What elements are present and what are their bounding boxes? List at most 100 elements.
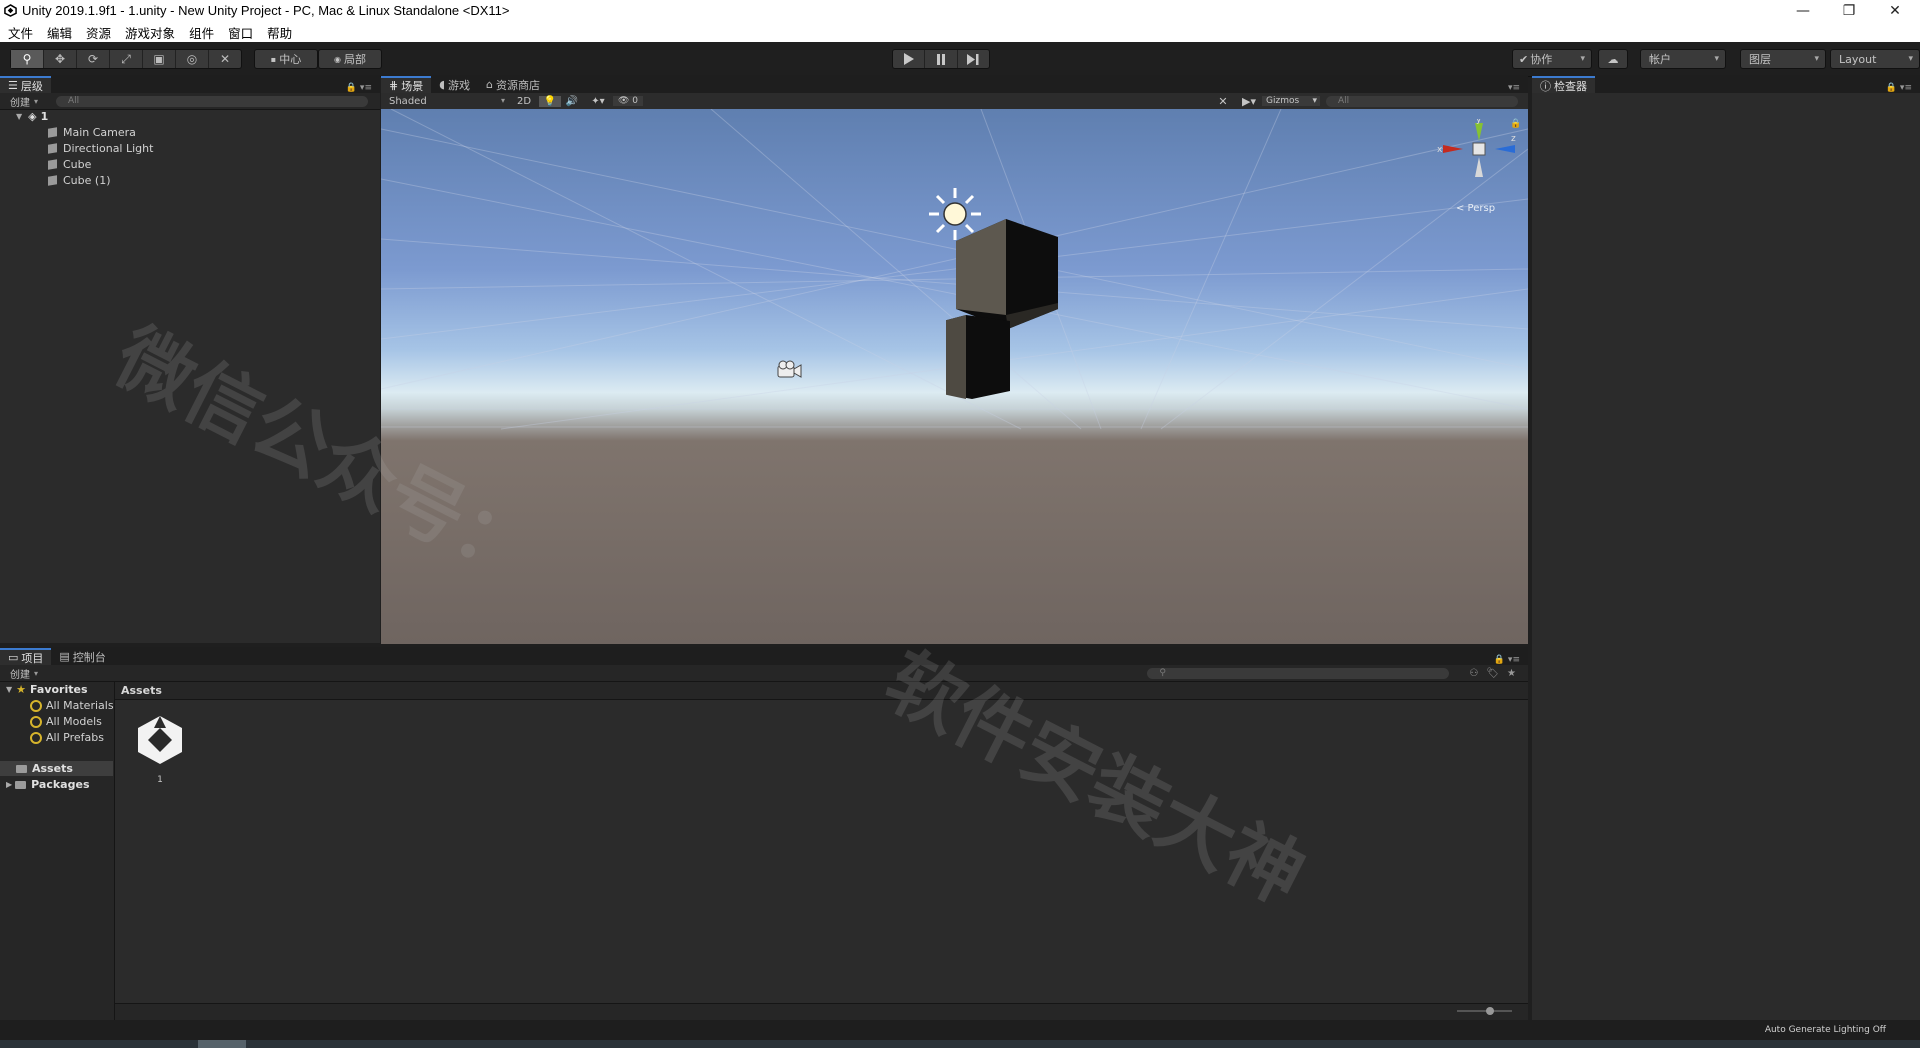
filter-label-icon[interactable]: 🏷 bbox=[1486, 668, 1499, 679]
tab-scene[interactable]: ⋕ 场景 bbox=[381, 76, 432, 93]
tab-project[interactable]: ▭ 项目 bbox=[0, 648, 52, 665]
tab-console[interactable]: ▤ 控制台 bbox=[51, 648, 113, 665]
favorite-star-icon[interactable]: ★ bbox=[1507, 668, 1516, 679]
hidden-count: 0 bbox=[632, 96, 639, 106]
tab-hierarchy[interactable]: ☰ 层级 bbox=[0, 76, 51, 93]
audio-toggle-icon[interactable]: 🔊 bbox=[561, 96, 583, 107]
move-tool-icon[interactable]: ✥ bbox=[44, 50, 77, 68]
project-search-input[interactable]: ⚲ bbox=[1147, 667, 1450, 679]
pivot-local-toggle[interactable]: ◉ 局部 bbox=[318, 49, 382, 69]
lighting-toggle-icon[interactable]: 💡 bbox=[539, 95, 561, 107]
favorites-section[interactable]: ▼ ★ Favorites bbox=[6, 683, 88, 696]
favorite-label: All Materials bbox=[46, 699, 114, 712]
tools-icon[interactable]: ✕ bbox=[1210, 95, 1236, 108]
custom-tool-icon[interactable]: ✕ bbox=[209, 50, 241, 68]
tree-item-assets[interactable]: Assets bbox=[16, 762, 73, 775]
menu-file[interactable]: 文件 bbox=[0, 23, 39, 42]
hierarchy-item-label: Cube bbox=[63, 158, 92, 171]
pivot-icon: ▪︎ bbox=[270, 54, 277, 64]
hand-tool-icon[interactable]: ⚲ bbox=[11, 50, 44, 68]
shading-mode-dropdown[interactable]: Shaded ▾ bbox=[381, 96, 505, 107]
transform-tool-icon[interactable]: ◎ bbox=[176, 50, 209, 68]
scale-tool-icon[interactable]: ⤢ bbox=[110, 50, 143, 68]
menu-bar: 文件 编辑 资源 游戏对象 组件 窗口 帮助 bbox=[0, 22, 1920, 42]
layout-dropdown[interactable]: Layout bbox=[1830, 49, 1920, 69]
info-icon: ⓘ bbox=[1540, 79, 1551, 93]
step-icon bbox=[967, 53, 979, 65]
project-create-button[interactable]: 创建 bbox=[0, 666, 30, 681]
favorite-label: All Models bbox=[46, 715, 102, 728]
menu-edit[interactable]: 编辑 bbox=[39, 23, 78, 42]
layers-dropdown[interactable]: 图层 bbox=[1740, 49, 1826, 69]
minimize-button[interactable]: — bbox=[1780, 0, 1826, 22]
menu-component[interactable]: 组件 bbox=[181, 23, 220, 42]
taskbar-active-item[interactable] bbox=[198, 1040, 246, 1048]
scene-tabbar: ⋕ 场景 ◖ 游戏 ⌂ 资源商店 ▾≡ bbox=[381, 75, 1528, 93]
lock-icon[interactable]: 🔒 bbox=[1510, 119, 1521, 129]
project-panel-menu-icon[interactable]: 🔒 ▾≡ bbox=[1494, 655, 1528, 665]
tab-inspector[interactable]: ⓘ 检查器 bbox=[1532, 76, 1595, 93]
panel-menu-icon[interactable]: 🔒 ▾≡ bbox=[346, 83, 380, 93]
scene-search-input[interactable]: All bbox=[1326, 95, 1518, 107]
rect-tool-icon[interactable]: ▣ bbox=[143, 50, 176, 68]
inspector-tab-label: 检查器 bbox=[1554, 79, 1587, 93]
hierarchy-item-cube[interactable]: Cube bbox=[48, 158, 91, 171]
search-filter-icon bbox=[30, 731, 42, 744]
icon-size-slider[interactable] bbox=[1457, 1010, 1512, 1012]
filter-type-icon[interactable]: ⚇ bbox=[1469, 668, 1478, 679]
camera-gizmo-icon[interactable] bbox=[776, 359, 804, 381]
gizmos-label: Gizmos bbox=[1266, 96, 1300, 106]
camera-icon[interactable]: ▶▾ bbox=[1236, 95, 1262, 108]
scene-viewport[interactable]: y x z < Persp 🔒 bbox=[381, 109, 1528, 644]
lighting-status[interactable]: Auto Generate Lighting Off bbox=[1765, 1025, 1920, 1035]
scene-panel-menu-icon[interactable]: ▾≡ bbox=[1508, 83, 1528, 93]
hierarchy-create-button[interactable]: 创建 bbox=[0, 94, 30, 109]
asset-scene-file[interactable]: 1 bbox=[132, 712, 188, 785]
menu-gameobject[interactable]: 游戏对象 bbox=[117, 23, 181, 42]
menu-assets[interactable]: 资源 bbox=[78, 23, 117, 42]
hierarchy-search-input[interactable]: All bbox=[56, 95, 369, 107]
rotate-tool-icon[interactable]: ⟳ bbox=[77, 50, 110, 68]
favorite-label: All Prefabs bbox=[46, 731, 104, 744]
hierarchy-item-main-camera[interactable]: Main Camera bbox=[48, 126, 136, 139]
tree-item-packages[interactable]: ▶ Packages bbox=[6, 778, 90, 791]
close-button[interactable]: ✕ bbox=[1872, 0, 1918, 22]
scene-root-item[interactable]: ▼ ◈ 1 bbox=[16, 110, 48, 123]
pause-button[interactable] bbox=[925, 50, 958, 68]
hierarchy-item-directional-light[interactable]: Directional Light bbox=[48, 142, 153, 155]
play-button[interactable] bbox=[893, 50, 926, 68]
tab-game[interactable]: ◖ 游戏 bbox=[431, 76, 478, 93]
perspective-label[interactable]: < Persp bbox=[1456, 203, 1495, 214]
check-icon: ✔ bbox=[1519, 52, 1529, 66]
pivot-center-toggle[interactable]: ▪︎ 中心 bbox=[254, 49, 318, 69]
asset-name: 1 bbox=[157, 775, 163, 785]
grid-icon: ⋕ bbox=[389, 79, 399, 92]
favorite-all-models[interactable]: All Models bbox=[30, 715, 102, 728]
cloud-icon: ☁ bbox=[1607, 52, 1619, 66]
favorite-all-materials[interactable]: All Materials bbox=[30, 699, 114, 712]
search-filter-icon bbox=[30, 699, 42, 712]
collab-dropdown[interactable]: ✔ 协作 bbox=[1512, 49, 1592, 69]
hierarchy-item-cube-1[interactable]: Cube (1) bbox=[48, 174, 110, 187]
cloud-button[interactable]: ☁ bbox=[1598, 49, 1628, 69]
icon-size-slider-handle[interactable] bbox=[1486, 1007, 1494, 1015]
cube-objects[interactable] bbox=[946, 219, 1126, 419]
toggle-2d-button[interactable]: 2D bbox=[509, 96, 539, 107]
hidden-objects-toggle[interactable]: 👁 0 bbox=[613, 96, 643, 106]
orientation-gizmo[interactable]: y x z bbox=[1437, 119, 1517, 199]
cube-small[interactable] bbox=[946, 315, 1010, 399]
cube-large[interactable] bbox=[956, 219, 1058, 329]
dropdown-arrow-icon: ▾ bbox=[1312, 96, 1317, 106]
menu-help[interactable]: 帮助 bbox=[259, 23, 298, 42]
tab-asset-store[interactable]: ⌂ 资源商店 bbox=[478, 76, 548, 93]
inspector-menu-icon[interactable]: 🔒 ▾≡ bbox=[1886, 83, 1920, 93]
breadcrumb-assets[interactable]: Assets bbox=[115, 684, 162, 697]
gizmos-dropdown[interactable]: Gizmos ▾ bbox=[1262, 96, 1320, 106]
effects-toggle-icon[interactable]: ✦▾ bbox=[583, 96, 613, 107]
menu-window[interactable]: 窗口 bbox=[220, 23, 259, 42]
favorite-all-prefabs[interactable]: All Prefabs bbox=[30, 731, 104, 744]
step-button[interactable] bbox=[958, 50, 989, 68]
restore-button[interactable]: ❐ bbox=[1826, 0, 1872, 22]
project-tabbar: ▭ 项目 ▤ 控制台 🔒 ▾≡ bbox=[0, 647, 1528, 665]
account-dropdown[interactable]: 帐户 bbox=[1640, 49, 1726, 69]
